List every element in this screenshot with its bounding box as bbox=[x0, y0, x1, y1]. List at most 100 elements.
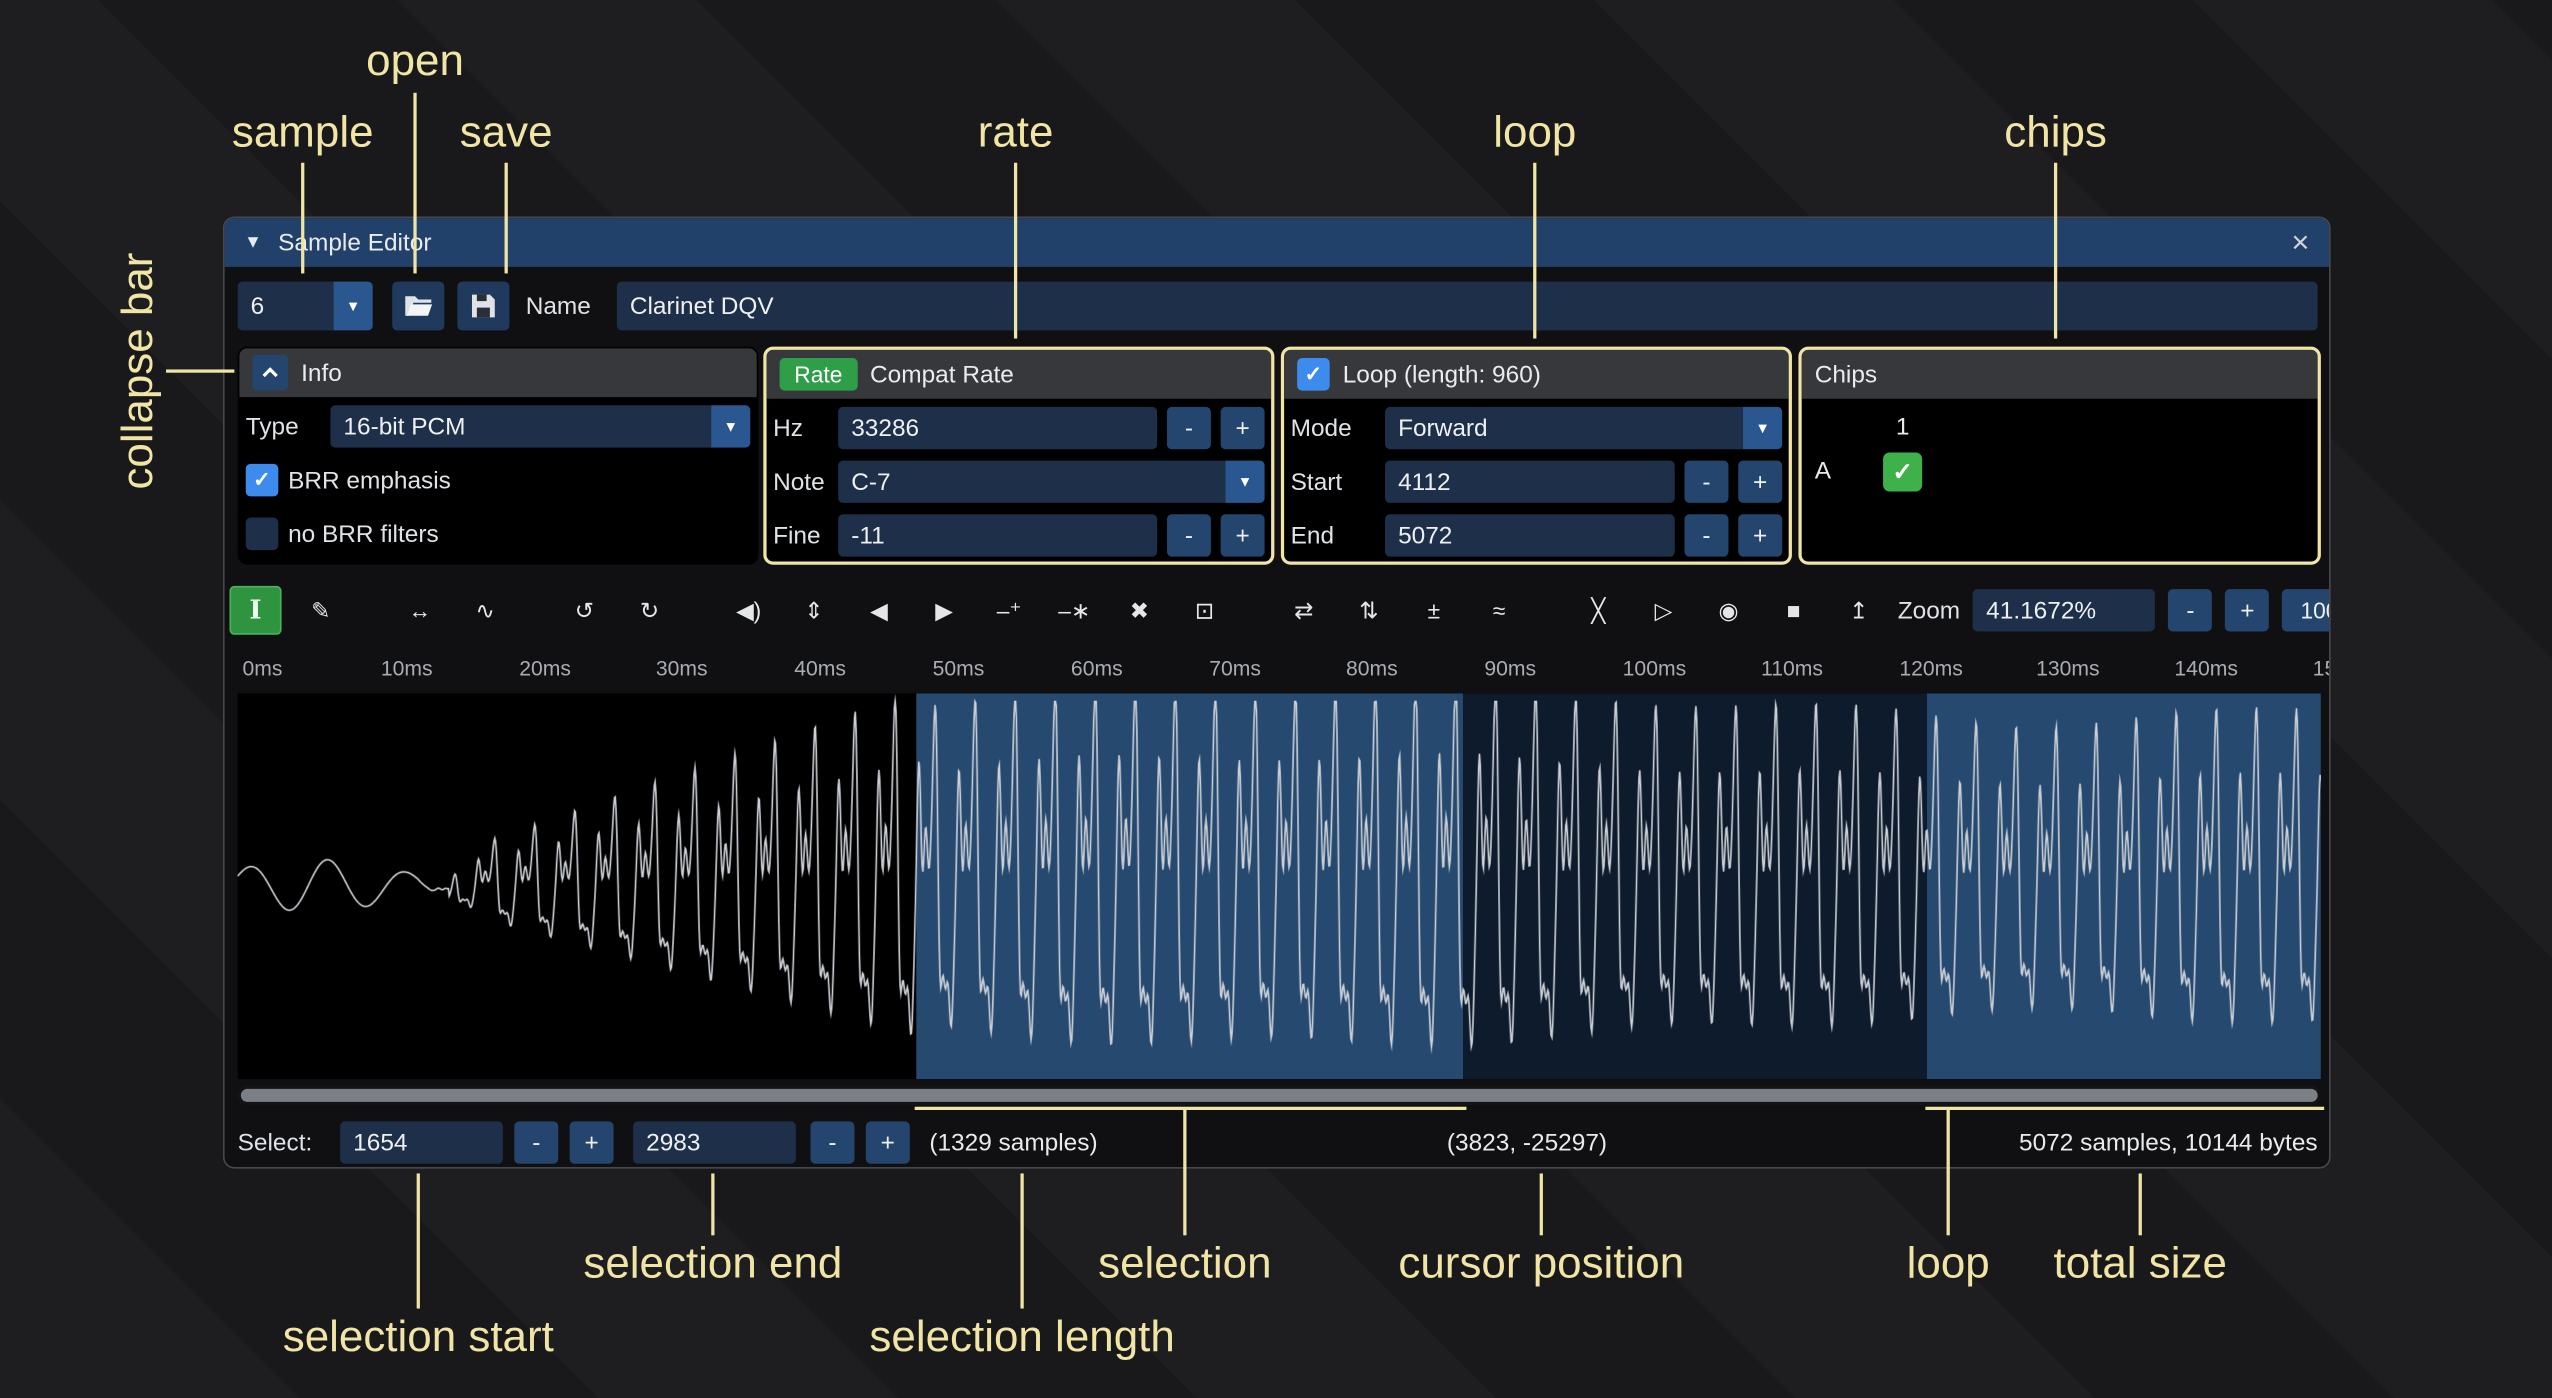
sample-type-combo[interactable]: 16-bit PCM ▼ bbox=[330, 405, 750, 447]
stop-preview-button[interactable]: ■ bbox=[1768, 586, 1820, 635]
chevron-down-icon[interactable]: ▼ bbox=[1743, 407, 1782, 449]
fade-out-icon: ▶ bbox=[935, 599, 953, 622]
sample-name-input[interactable]: Clarinet DQV bbox=[617, 282, 2318, 331]
close-icon[interactable]: × bbox=[2291, 227, 2309, 258]
zoom-reset-button[interactable]: 100% bbox=[2282, 589, 2330, 631]
trim-button[interactable]: ⊡ bbox=[1178, 586, 1230, 635]
delete-button[interactable]: ✖ bbox=[1113, 586, 1165, 635]
loop-mode-combo[interactable]: Forward ▼ bbox=[1385, 407, 1782, 449]
preview-sample-button[interactable]: ▷ bbox=[1637, 586, 1689, 635]
fine-input[interactable]: -11 bbox=[838, 514, 1157, 556]
chevron-down-icon[interactable]: ▼ bbox=[334, 282, 373, 331]
loop-end-increase-button[interactable]: + bbox=[1738, 514, 1782, 556]
ruler-label: 90ms bbox=[1484, 656, 1536, 680]
fade-out-button[interactable]: ▶ bbox=[918, 586, 970, 635]
redo-button[interactable]: ↻ bbox=[623, 586, 675, 635]
selection-end-value: 2983 bbox=[646, 1129, 700, 1157]
note-combo[interactable]: C-7 ▼ bbox=[838, 461, 1264, 503]
undo-button[interactable]: ↺ bbox=[558, 586, 610, 635]
loop-start-decrease-button[interactable]: - bbox=[1685, 461, 1729, 503]
ruler-label: 30ms bbox=[656, 656, 708, 680]
sample-controls-row: 6 ▼ Name Clarinet DQV bbox=[225, 282, 2329, 331]
loop-start-input[interactable]: 4112 bbox=[1385, 461, 1675, 503]
no-brr-filters-checkbox[interactable] bbox=[246, 518, 279, 551]
selection-end-decrease-button[interactable]: - bbox=[811, 1121, 855, 1163]
preview-from-cursor-button[interactable]: ◉ bbox=[1702, 586, 1754, 635]
chevron-down-icon[interactable]: ▼ bbox=[711, 405, 750, 447]
zoom-in-button[interactable]: + bbox=[2225, 589, 2269, 631]
annotation-chips: chips bbox=[2004, 107, 2107, 157]
resize-icon: ↔ bbox=[409, 599, 432, 622]
waveform-scrollbar[interactable] bbox=[238, 1086, 2321, 1106]
sample-name-value: Clarinet DQV bbox=[630, 292, 774, 320]
edit-mode-draw-button[interactable]: ✎ bbox=[295, 586, 347, 635]
sample-editor-window: ▼ Sample Editor × 6 ▼ Name Clarinet bbox=[223, 216, 2331, 1168]
reverse-button[interactable]: ⇄ bbox=[1278, 586, 1330, 635]
hz-label: Hz bbox=[773, 414, 828, 442]
rate-panel: Rate Compat Rate Hz 33286 - + Note C-7 bbox=[763, 347, 1274, 565]
loop-start-increase-button[interactable]: + bbox=[1738, 461, 1782, 503]
loop-end-decrease-button[interactable]: - bbox=[1685, 514, 1729, 556]
normalize-button[interactable]: ⇕ bbox=[788, 586, 840, 635]
loop-body: Mode Forward ▼ Start 4112 - + End bbox=[1284, 399, 1789, 565]
annotation-selection-end: selection end bbox=[583, 1239, 842, 1289]
sample-slot-combo[interactable]: 6 ▼ bbox=[238, 282, 373, 331]
waveform-canvas[interactable] bbox=[238, 693, 2321, 1079]
resample-button[interactable]: ∿ bbox=[459, 586, 511, 635]
scrollbar-handle[interactable] bbox=[241, 1089, 2318, 1102]
zoom-out-button[interactable]: - bbox=[2168, 589, 2212, 631]
amplify-button[interactable]: ◀) bbox=[723, 586, 775, 635]
hz-input[interactable]: 33286 bbox=[838, 407, 1157, 449]
ruler-label: 120ms bbox=[1899, 656, 1963, 680]
rate-header[interactable]: Rate Compat Rate bbox=[767, 350, 1272, 399]
save-sample-button[interactable] bbox=[457, 282, 509, 331]
waveform-view[interactable] bbox=[238, 693, 2321, 1079]
fine-decrease-button[interactable]: - bbox=[1167, 514, 1211, 556]
chips-header-label: Chips bbox=[1815, 361, 1877, 389]
note-label: Note bbox=[773, 468, 828, 496]
loop-end-value: 5072 bbox=[1398, 522, 1452, 550]
brr-emphasis-checkbox[interactable]: ✓ bbox=[246, 464, 279, 497]
hz-increase-button[interactable]: + bbox=[1221, 407, 1265, 449]
selection-start-decrease-button[interactable]: - bbox=[514, 1121, 558, 1163]
create-wavetable-button[interactable]: ↥ bbox=[1833, 586, 1885, 635]
filter-button[interactable]: ≈ bbox=[1473, 586, 1525, 635]
selection-start-value: 1654 bbox=[353, 1129, 407, 1157]
chips-panel: Chips 1 A ✓ bbox=[1798, 347, 2320, 565]
open-sample-button[interactable] bbox=[392, 282, 444, 331]
fine-increase-button[interactable]: + bbox=[1221, 514, 1265, 556]
fade-in-button[interactable]: ◀ bbox=[853, 586, 905, 635]
ruler-label: 80ms bbox=[1346, 656, 1398, 680]
selection-end-input[interactable]: 2983 bbox=[633, 1121, 796, 1163]
apply-silence-button[interactable]: –∗ bbox=[1048, 586, 1100, 635]
zoom-value: 41.1672% bbox=[1986, 596, 2096, 624]
info-header[interactable]: Info bbox=[239, 348, 757, 397]
loop-header[interactable]: ✓ Loop (length: 960) bbox=[1284, 350, 1789, 399]
ruler-label: 140ms bbox=[2174, 656, 2238, 680]
annotation-line-selection-end bbox=[711, 1173, 714, 1235]
filter-wave-icon: ≈ bbox=[1493, 599, 1506, 622]
sample-type-value: 16-bit PCM bbox=[330, 405, 478, 447]
check-icon: ✓ bbox=[253, 467, 271, 493]
loop-end-input[interactable]: 5072 bbox=[1385, 514, 1675, 556]
flip-sign-button[interactable]: ± bbox=[1408, 586, 1460, 635]
chip-a-checkbox[interactable]: ✓ bbox=[1883, 452, 1922, 491]
stop-icon: ■ bbox=[1787, 599, 1801, 622]
chevron-down-icon[interactable]: ▼ bbox=[1226, 461, 1265, 503]
selection-end-increase-button[interactable]: + bbox=[866, 1121, 910, 1163]
time-ruler[interactable]: 0ms 10ms 20ms 30ms 40ms 50ms 60ms 70ms 8… bbox=[238, 646, 2329, 692]
zoom-input[interactable]: 41.1672% bbox=[1973, 589, 2155, 631]
crossfade-loop-button[interactable]: ╳ bbox=[1572, 586, 1624, 635]
selection-start-increase-button[interactable]: + bbox=[570, 1121, 614, 1163]
insert-silence-button[interactable]: –⁺ bbox=[983, 586, 1035, 635]
fine-value: -11 bbox=[851, 522, 884, 550]
window-collapse-icon[interactable]: ▼ bbox=[244, 233, 262, 253]
cursor-position-text: (3823, -25297) bbox=[1447, 1121, 1607, 1163]
loop-checkbox[interactable]: ✓ bbox=[1297, 358, 1330, 391]
edit-mode-select-button[interactable]: I bbox=[229, 586, 281, 635]
resize-button[interactable]: ↔ bbox=[394, 586, 446, 635]
invert-button[interactable]: ⇅ bbox=[1343, 586, 1395, 635]
selection-start-input[interactable]: 1654 bbox=[340, 1121, 503, 1163]
hz-decrease-button[interactable]: - bbox=[1167, 407, 1211, 449]
collapse-bar-button[interactable] bbox=[252, 355, 288, 391]
